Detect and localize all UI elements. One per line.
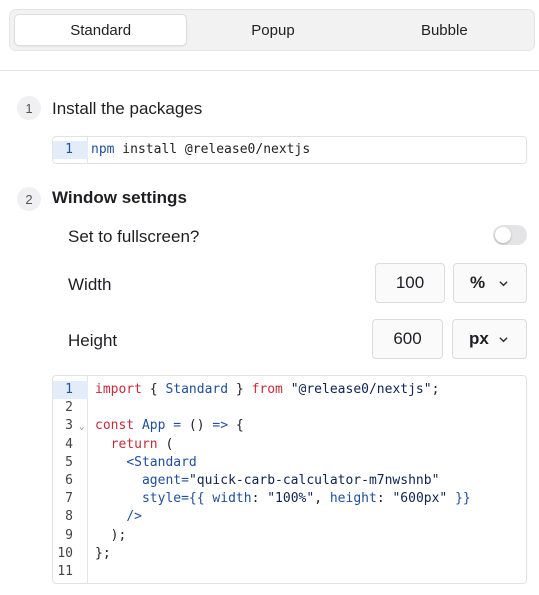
toggle-knob <box>495 227 511 243</box>
width-input[interactable]: 100 <box>375 263 445 303</box>
code-token: "100%" <box>267 491 315 506</box>
step-number-1: 1 <box>17 96 41 120</box>
code-token: { <box>228 418 244 433</box>
code-token: { <box>141 382 166 397</box>
line-number: 1 <box>53 141 88 159</box>
code-token: "quick-carb-calculator-m7nwshnb" <box>188 473 440 488</box>
code-line: agent="quick-carb-calculator-m7nwshnb" <box>95 472 439 490</box>
height-label: Height <box>68 331 118 350</box>
code-token: from <box>251 382 283 397</box>
line-number: 8 <box>65 509 73 524</box>
width-unit-value: % <box>470 273 486 292</box>
line-number: 9 <box>65 528 73 543</box>
step-title-install: Install the packages <box>52 99 203 118</box>
line-number: 4 <box>65 437 73 452</box>
code-token: agent <box>141 473 182 488</box>
width-unit-select[interactable]: % <box>453 263 527 303</box>
code-token: ={{ <box>181 491 213 506</box>
code-token: Standard <box>165 382 229 397</box>
code-line: ); <box>95 527 127 545</box>
code-token: const <box>95 418 135 433</box>
code-token: "@release0/nextjs" <box>290 382 432 397</box>
code-token: ( <box>157 437 174 452</box>
height-input[interactable]: 600 <box>372 319 443 359</box>
embed-type-tabs: Standard Popup Bubble <box>9 9 535 51</box>
chevron-down-icon <box>499 337 508 343</box>
line-number: 3 ⌄ <box>53 417 88 435</box>
code-token: <Standard <box>126 455 197 470</box>
height-unit-value: px <box>469 329 489 348</box>
code-line: return ( <box>95 436 174 454</box>
width-label: Width <box>68 275 112 294</box>
code-line: style={{ width: "100%", height: "600px" … <box>95 490 471 508</box>
tab-bubble[interactable]: Bubble <box>359 14 530 46</box>
code-token: () <box>181 418 213 433</box>
code-token: height <box>329 491 377 506</box>
fullscreen-toggle[interactable] <box>493 225 527 245</box>
install-command: npm install @release0/nextjs <box>91 142 311 157</box>
line-number: 6 <box>65 473 73 488</box>
step-number-2: 2 <box>17 187 41 211</box>
line-number: 2 <box>65 400 73 415</box>
code-token: }} <box>447 491 471 506</box>
code-token: import <box>95 382 142 397</box>
code-token: width <box>212 491 252 506</box>
line-number: 11 <box>57 564 73 579</box>
code-token: return <box>110 437 158 452</box>
install-code-block[interactable]: 1 npm install @release0/nextjs <box>52 136 527 164</box>
fullscreen-label: Set to fullscreen? <box>68 227 200 246</box>
line-number: 10 <box>57 546 73 561</box>
code-token: , <box>314 491 330 506</box>
line-number: 7 <box>65 491 73 506</box>
code-token: => <box>212 418 229 433</box>
code-token: : <box>376 491 393 506</box>
code-line: import { Standard } from "@release0/next… <box>95 381 439 399</box>
embed-code-snippet[interactable]: 1 import { Standard } from "@release0/nex… <box>52 375 527 584</box>
code-token: = <box>173 418 182 433</box>
divider <box>0 70 539 71</box>
code-token: = <box>181 473 189 488</box>
code-token: "600px" <box>392 491 448 506</box>
tab-popup[interactable]: Popup <box>187 14 358 46</box>
code-token: }; <box>95 546 111 561</box>
step-title-window-settings: Window settings <box>52 188 187 207</box>
height-unit-select[interactable]: px <box>452 319 527 359</box>
fold-chevron-icon[interactable]: ⌄ <box>79 418 84 436</box>
line-number: 5 <box>65 455 73 470</box>
code-token: App <box>141 418 166 433</box>
code-line: }; <box>95 545 111 563</box>
line-number: 1 <box>53 381 88 399</box>
code-token: } <box>228 382 252 397</box>
code-token: /> <box>126 509 142 524</box>
code-token: ); <box>95 528 127 543</box>
tab-standard[interactable]: Standard <box>14 14 188 46</box>
code-token: style <box>141 491 182 506</box>
code-line: <Standard <box>95 454 197 472</box>
code-token: : <box>251 491 268 506</box>
code-line: /> <box>95 508 142 526</box>
code-line: const App = () => { <box>95 417 244 435</box>
chevron-down-icon <box>499 281 508 287</box>
code-token: ; <box>431 382 440 397</box>
